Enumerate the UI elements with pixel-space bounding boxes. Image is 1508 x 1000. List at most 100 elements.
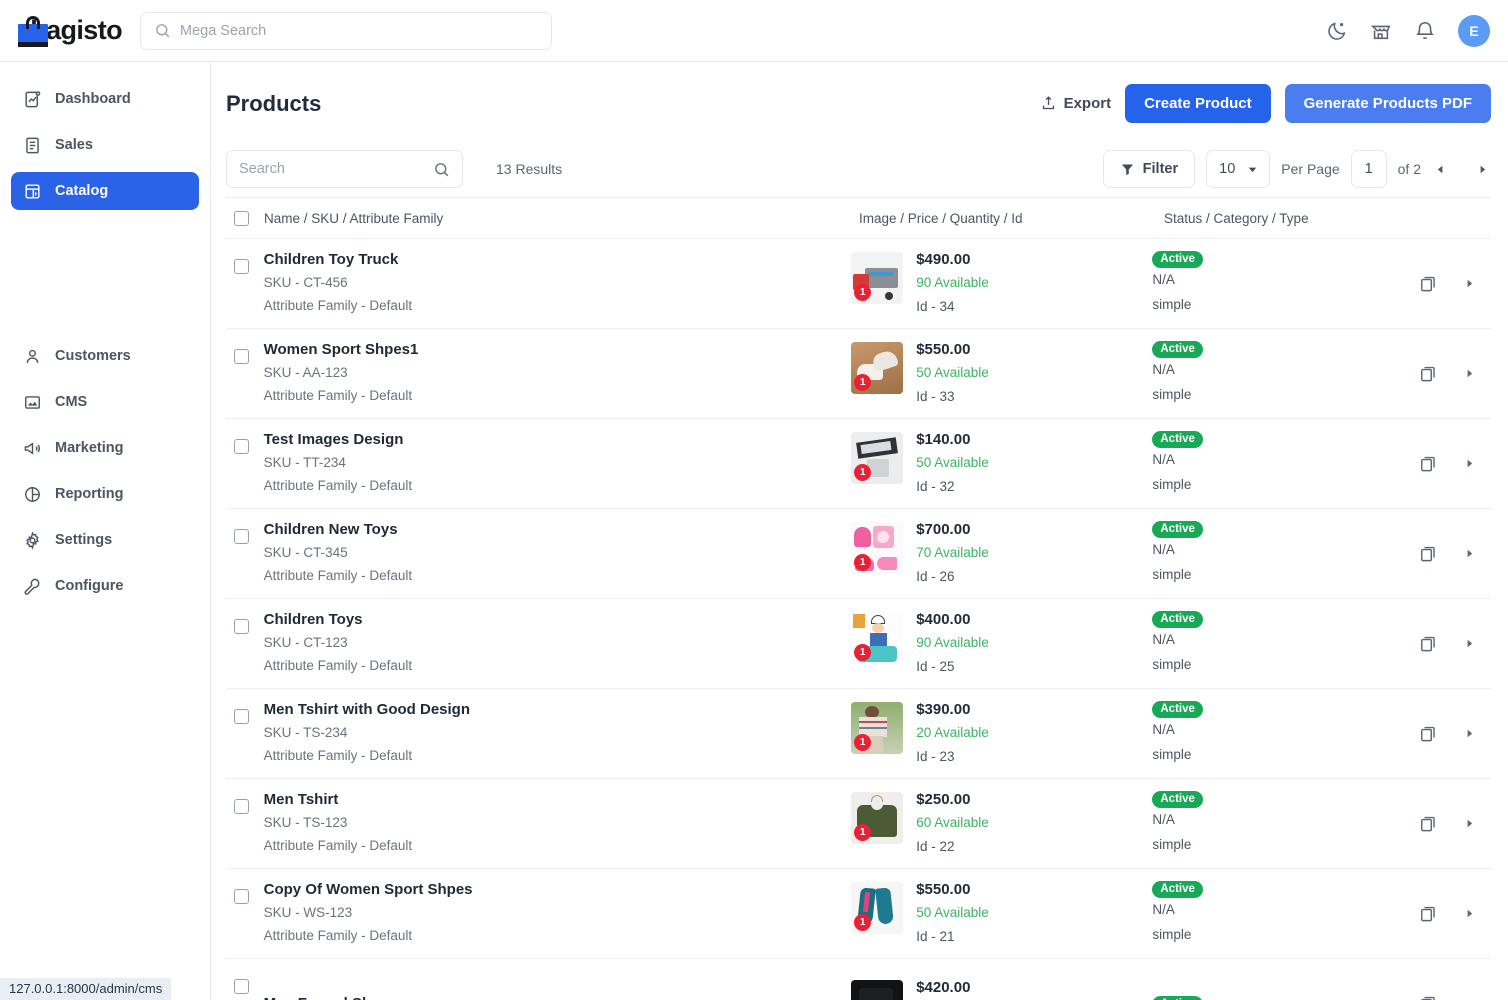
copy-icon[interactable]	[1419, 724, 1438, 743]
sidebar-item-cms[interactable]: CMS	[11, 383, 199, 421]
sidebar-item-sales[interactable]: Sales	[11, 126, 199, 164]
column-header-name[interactable]: Name / SKU / Attribute Family	[264, 211, 859, 226]
table-row[interactable]: Children New ToysSKU - CT-345Attribute F…	[226, 509, 1491, 599]
sidebar-subitem-products[interactable]: Products	[11, 216, 199, 242]
next-page-button[interactable]	[1474, 165, 1491, 174]
select-all-cell[interactable]	[226, 211, 264, 226]
product-thumbnail[interactable]: 1	[851, 702, 903, 754]
sidebar-subitem-attribute-families[interactable]: Attribute Families	[11, 294, 199, 320]
export-button[interactable]: Export	[1040, 95, 1112, 112]
previous-page-button[interactable]	[1432, 165, 1449, 174]
copy-icon[interactable]	[1419, 994, 1438, 1000]
select-all-checkbox[interactable]	[234, 211, 249, 226]
sidebar-item-catalog[interactable]: Catalog	[11, 172, 199, 210]
sidebar-item-settings[interactable]: Settings	[11, 521, 199, 559]
row-checkbox[interactable]	[234, 709, 249, 724]
generate-products-pdf-button[interactable]: Generate Products PDF	[1285, 84, 1491, 123]
table-row[interactable]: Men Formal Shpes$420.00Active	[226, 959, 1491, 1000]
expand-arrow-icon[interactable]	[1465, 729, 1474, 738]
search-icon[interactable]	[433, 161, 450, 178]
create-product-button[interactable]: Create Product	[1125, 84, 1271, 123]
column-header-status[interactable]: Status / Category / Type	[1164, 211, 1434, 226]
search-input[interactable]	[239, 161, 433, 177]
copy-icon[interactable]	[1419, 454, 1438, 473]
product-thumbnail[interactable]: 1	[851, 792, 903, 844]
row-select-cell[interactable]	[226, 509, 264, 544]
row-checkbox[interactable]	[234, 529, 249, 544]
brand-logo[interactable]: bagisto	[18, 15, 122, 47]
expand-arrow-icon[interactable]	[1465, 639, 1474, 648]
product-thumbnail[interactable]: 1	[851, 522, 903, 574]
page-number-input[interactable]	[1351, 150, 1387, 188]
row-select-cell[interactable]	[226, 959, 264, 994]
table-row[interactable]: Women Sport Shpes1SKU - AA-123Attribute …	[226, 329, 1491, 419]
sidebar-label-customers: Customers	[55, 348, 131, 364]
copy-icon[interactable]	[1419, 274, 1438, 293]
row-select-cell[interactable]	[226, 599, 264, 634]
store-icon[interactable]	[1370, 20, 1392, 42]
row-select-cell[interactable]	[226, 329, 264, 364]
sidebar-item-marketing[interactable]: Marketing	[11, 429, 199, 467]
table-row[interactable]: Men Tshirt with Good DesignSKU - TS-234A…	[226, 689, 1491, 779]
sidebar-subitem-attributes[interactable]: Attributes	[11, 268, 199, 294]
row-checkbox[interactable]	[234, 259, 249, 274]
product-thumbnail[interactable]: 1	[851, 612, 903, 664]
table-row[interactable]: Test Images DesignSKU - TT-234Attribute …	[226, 419, 1491, 509]
row-select-cell[interactable]	[226, 689, 264, 724]
row-select-cell[interactable]	[226, 419, 264, 454]
product-price: $490.00	[916, 248, 989, 271]
expand-arrow-icon[interactable]	[1465, 459, 1474, 468]
product-status-cell: ActiveN/Asimple	[1152, 429, 1419, 499]
product-pricing: $550.0050 AvailableId - 21	[916, 878, 989, 949]
product-name: Children Toy Truck	[264, 249, 852, 271]
copy-icon[interactable]	[1419, 544, 1438, 563]
column-header-image[interactable]: Image / Price / Quantity / Id	[859, 211, 1164, 226]
expand-arrow-icon[interactable]	[1465, 819, 1474, 828]
expand-arrow-icon[interactable]	[1465, 279, 1474, 288]
row-select-cell[interactable]	[226, 869, 264, 904]
product-pricing: $140.0050 AvailableId - 32	[916, 428, 989, 499]
search-box[interactable]	[226, 150, 463, 188]
sidebar-item-reporting[interactable]: Reporting	[11, 475, 199, 513]
product-media-cell: 1$550.0050 AvailableId - 21	[851, 878, 1152, 949]
table-row[interactable]: Children Toy TruckSKU - CT-456Attribute …	[226, 239, 1491, 329]
sidebar-item-dashboard[interactable]: Dashboard	[11, 80, 199, 118]
table-row[interactable]: Copy Of Women Sport ShpesSKU - WS-123Att…	[226, 869, 1491, 959]
product-thumbnail[interactable]: 1	[851, 882, 903, 934]
avatar[interactable]: E	[1458, 15, 1490, 47]
row-select-cell[interactable]	[226, 239, 264, 274]
sidebar-item-configure[interactable]: Configure	[11, 567, 199, 605]
copy-icon[interactable]	[1419, 364, 1438, 383]
image-count-badge: 1	[854, 644, 871, 661]
product-thumbnail[interactable]: 1	[851, 252, 903, 304]
product-thumbnail[interactable]: 1	[851, 342, 903, 394]
row-checkbox[interactable]	[234, 799, 249, 814]
row-checkbox[interactable]	[234, 619, 249, 634]
table-row[interactable]: Children ToysSKU - CT-123Attribute Famil…	[226, 599, 1491, 689]
row-checkbox[interactable]	[234, 439, 249, 454]
table-row[interactable]: Men TshirtSKU - TS-123Attribute Family -…	[226, 779, 1491, 869]
bell-icon[interactable]	[1414, 20, 1436, 42]
expand-arrow-icon[interactable]	[1465, 909, 1474, 918]
row-checkbox[interactable]	[234, 889, 249, 904]
product-status-cell: ActiveN/Asimple	[1152, 519, 1419, 589]
copy-icon[interactable]	[1419, 904, 1438, 923]
mega-search-input[interactable]	[180, 23, 538, 39]
row-checkbox[interactable]	[234, 979, 249, 994]
moon-icon[interactable]	[1326, 20, 1348, 42]
row-checkbox[interactable]	[234, 349, 249, 364]
expand-arrow-icon[interactable]	[1465, 369, 1474, 378]
expand-arrow-icon[interactable]	[1465, 549, 1474, 558]
product-price: $700.00	[916, 518, 989, 541]
filter-button[interactable]: Filter	[1103, 150, 1195, 188]
main-content: Products Export Create Product Generate …	[211, 62, 1508, 1000]
mega-search-box[interactable]	[140, 12, 552, 50]
copy-icon[interactable]	[1419, 814, 1438, 833]
product-thumbnail[interactable]: 1	[851, 432, 903, 484]
product-thumbnail[interactable]	[851, 980, 903, 1000]
row-select-cell[interactable]	[226, 779, 264, 814]
per-page-select[interactable]: 10	[1206, 150, 1270, 188]
sidebar-item-customers[interactable]: Customers	[11, 337, 199, 375]
copy-icon[interactable]	[1419, 634, 1438, 653]
sidebar-subitem-categories[interactable]: Categories	[11, 242, 199, 268]
